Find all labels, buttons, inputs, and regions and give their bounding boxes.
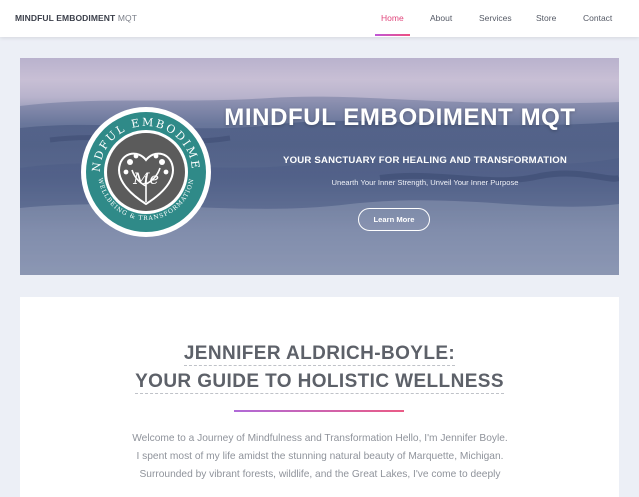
active-nav-indicator <box>375 34 410 36</box>
nav-contact[interactable]: Contact <box>583 13 612 23</box>
brand-suffix: MQT <box>117 13 137 23</box>
intro-heading-line1: JENNIFER ALDRICH-BOYLE: <box>20 343 619 366</box>
nav-about[interactable]: About <box>430 13 452 23</box>
intro-heading-line2: YOUR GUIDE TO HOLISTIC WELLNESS <box>20 371 619 394</box>
nav-home[interactable]: Home <box>381 13 404 23</box>
hero-subtitle: YOUR SANCTUARY FOR HEALING AND TRANSFORM… <box>282 155 567 166</box>
hero-banner: MINDFUL EMBODIMENT WELLBEING & TRANSFORM… <box>20 58 619 275</box>
logo-monogram: Me <box>132 169 159 188</box>
intro-paragraph: Welcome to a Journey of Mindfulness and … <box>130 430 510 484</box>
intro-paragraph-line: I spent most of my life amidst the stunn… <box>136 451 504 462</box>
nav-store[interactable]: Store <box>536 13 556 23</box>
brand-name: MINDFUL EMBODIMENT <box>15 13 116 23</box>
brand-logo: MINDFUL EMBODIMENT WELLBEING & TRANSFORM… <box>73 96 212 243</box>
top-navbar: MINDFUL EMBODIMENT MQT Home About Servic… <box>0 0 639 37</box>
hero-tagline: Unearth Your Inner Strength, Unveil Your… <box>331 178 519 187</box>
intro-paragraph-line: Welcome to a Journey of Mindfulness and … <box>132 433 508 444</box>
heading-divider <box>234 410 404 412</box>
hero-title: MINDFUL EMBODIMENT MQT <box>224 104 576 131</box>
intro-paragraph-line: Surrounded by vibrant forests, wildlife,… <box>139 469 501 480</box>
learn-more-button[interactable]: Learn More <box>358 208 430 231</box>
nav-services[interactable]: Services <box>479 13 512 23</box>
site-brand[interactable]: MINDFUL EMBODIMENT MQT <box>15 13 137 23</box>
intro-section: JENNIFER ALDRICH-BOYLE: YOUR GUIDE TO HO… <box>20 297 619 497</box>
intro-heading-text-2: YOUR GUIDE TO HOLISTIC WELLNESS <box>135 371 504 394</box>
intro-heading-text-1: JENNIFER ALDRICH-BOYLE: <box>183 343 456 366</box>
